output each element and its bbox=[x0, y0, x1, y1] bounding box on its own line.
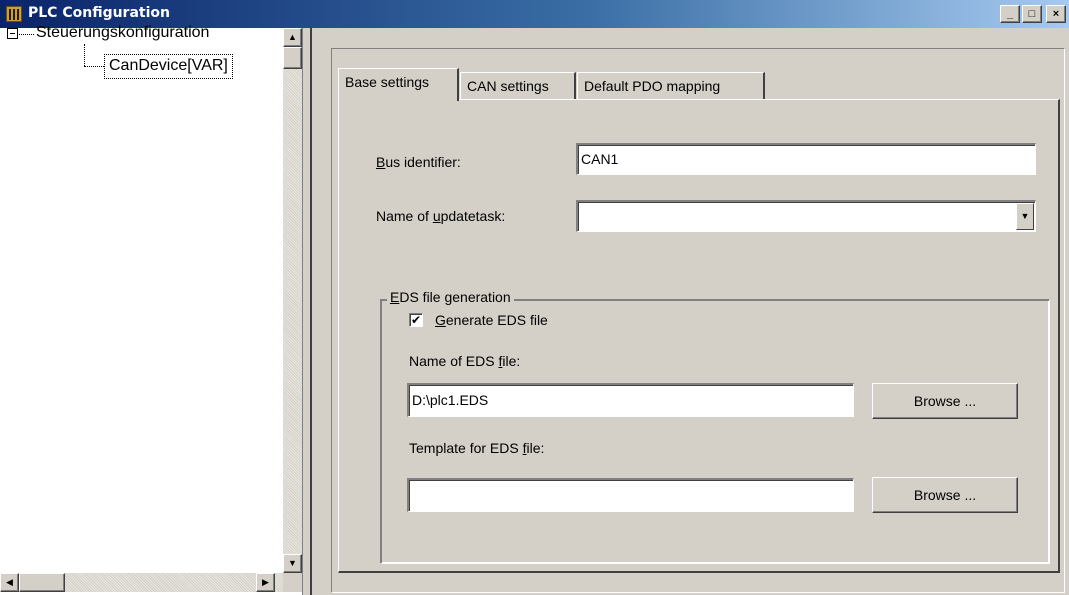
scrollbar-corner bbox=[283, 573, 302, 592]
tree-horizontal-scrollbar[interactable]: ◀ ▶ bbox=[0, 573, 283, 592]
settings-pane: Base settings CAN settings Default PDO m… bbox=[313, 28, 1069, 595]
tree-item-candevice[interactable]: CanDevice[VAR] bbox=[104, 54, 233, 79]
pane-splitter[interactable] bbox=[302, 28, 312, 595]
checkmark-icon: ✔ bbox=[410, 313, 422, 327]
eds-file-input[interactable]: D:\plc1.EDS bbox=[407, 383, 854, 417]
tab-default-pdo-mapping[interactable]: Default PDO mapping bbox=[577, 72, 765, 100]
tree-item-root[interactable]: Steuerungskonfiguration bbox=[36, 24, 209, 42]
base-settings-panel: Bus identifier: CAN1 Name of updatetask:… bbox=[338, 99, 1060, 573]
plc-config-icon bbox=[6, 6, 22, 22]
tree-connector bbox=[84, 66, 104, 67]
browse-eds-file-button[interactable]: Browse ... bbox=[872, 383, 1018, 419]
updatetask-select[interactable]: ▼ bbox=[576, 200, 1036, 232]
window-title: PLC Configuration bbox=[28, 5, 170, 21]
generate-eds-checkbox[interactable]: ✔ bbox=[409, 313, 423, 327]
browse-template-button[interactable]: Browse ... bbox=[872, 477, 1018, 513]
template-file-input[interactable] bbox=[407, 478, 854, 512]
scroll-up-icon[interactable]: ▲ bbox=[283, 28, 302, 47]
eds-file-label: Name of EDS file: bbox=[409, 353, 521, 369]
tab-base-settings[interactable]: Base settings bbox=[338, 68, 459, 101]
bus-identifier-label: Bus identifier: bbox=[376, 154, 461, 170]
minimize-button[interactable]: _ bbox=[1000, 5, 1020, 23]
template-label: Template for EDS file: bbox=[409, 440, 545, 456]
configuration-tree: Steuerungskonfiguration CanDevice[VAR] ▲… bbox=[0, 24, 302, 595]
hscroll-thumb[interactable] bbox=[19, 573, 65, 592]
scroll-left-icon[interactable]: ◀ bbox=[0, 573, 19, 592]
tree-vertical-scrollbar[interactable]: ▲ ▼ bbox=[283, 28, 302, 573]
scroll-down-icon[interactable]: ▼ bbox=[283, 554, 302, 573]
updatetask-label: Name of updatetask: bbox=[376, 208, 506, 224]
maximize-button[interactable]: □ bbox=[1022, 5, 1042, 23]
scroll-thumb[interactable] bbox=[283, 47, 302, 69]
close-button[interactable]: × bbox=[1046, 5, 1066, 23]
chevron-down-icon[interactable]: ▼ bbox=[1016, 203, 1034, 230]
generate-eds-label[interactable]: Generate EDS file bbox=[435, 312, 548, 328]
tree-connector bbox=[84, 44, 85, 66]
eds-group-title: EDS file generation bbox=[387, 289, 514, 305]
scroll-right-icon[interactable]: ▶ bbox=[256, 573, 275, 592]
tree-connector bbox=[19, 34, 34, 35]
eds-file-generation-group bbox=[380, 299, 1050, 564]
bus-identifier-input[interactable]: CAN1 bbox=[576, 143, 1036, 175]
tree-collapse-icon[interactable] bbox=[7, 28, 18, 39]
tab-can-settings[interactable]: CAN settings bbox=[460, 72, 576, 100]
